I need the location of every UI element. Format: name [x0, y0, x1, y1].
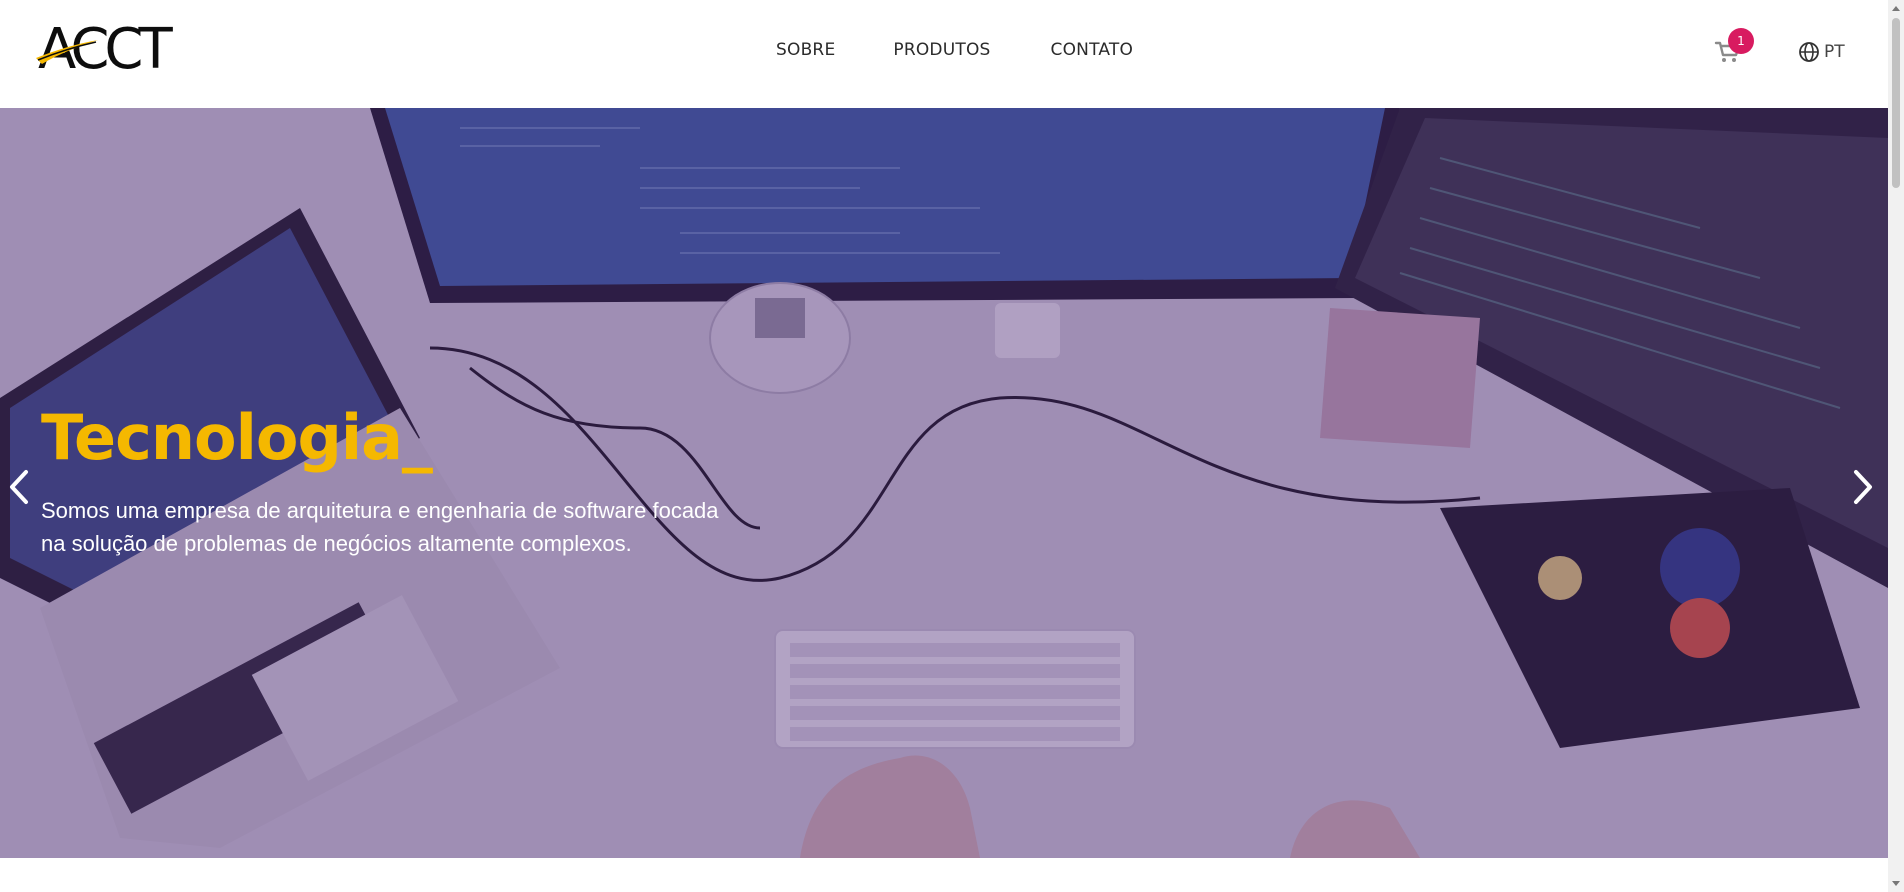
- hero-carousel: Tecnologia_ Somos uma empresa de arquite…: [0, 108, 1888, 858]
- hero-overlay: [0, 108, 1888, 858]
- chevron-left-icon[interactable]: [2, 462, 38, 512]
- globe-icon: [1799, 42, 1819, 62]
- main-nav: SOBRE PRODUTOS CONTATO: [776, 40, 1133, 64]
- nav-item-produtos[interactable]: PRODUTOS: [893, 40, 990, 64]
- nav-item-contato[interactable]: CONTATO: [1051, 40, 1134, 64]
- site-header: ACCT SOBRE PRODUTOS CONTATO 1 PT: [0, 0, 1888, 108]
- scroll-up-icon[interactable]: [1892, 6, 1900, 11]
- language-label: PT: [1824, 42, 1845, 62]
- hero-description: Somos uma empresa de arquitetura e engen…: [41, 494, 761, 560]
- scroll-down-icon[interactable]: [1892, 881, 1900, 886]
- logo[interactable]: ACCT: [36, 20, 216, 76]
- logo-text: ACCT: [38, 20, 174, 76]
- language-selector[interactable]: PT: [1798, 39, 1845, 65]
- hero-description-line: na solução de problemas de negócios alta…: [41, 531, 632, 556]
- page: ACCT SOBRE PRODUTOS CONTATO 1 PT Tecnolo…: [0, 0, 1904, 892]
- hero-title: Tecnologia_: [41, 401, 433, 474]
- hero-description-line: Somos uma empresa de arquitetura e engen…: [41, 498, 719, 523]
- cart-count-badge: 1: [1728, 28, 1754, 54]
- chevron-right-icon[interactable]: [1844, 462, 1880, 512]
- scroll-thumb[interactable]: [1892, 18, 1900, 188]
- nav-item-sobre[interactable]: SOBRE: [776, 40, 835, 64]
- vertical-scrollbar[interactable]: [1888, 0, 1904, 892]
